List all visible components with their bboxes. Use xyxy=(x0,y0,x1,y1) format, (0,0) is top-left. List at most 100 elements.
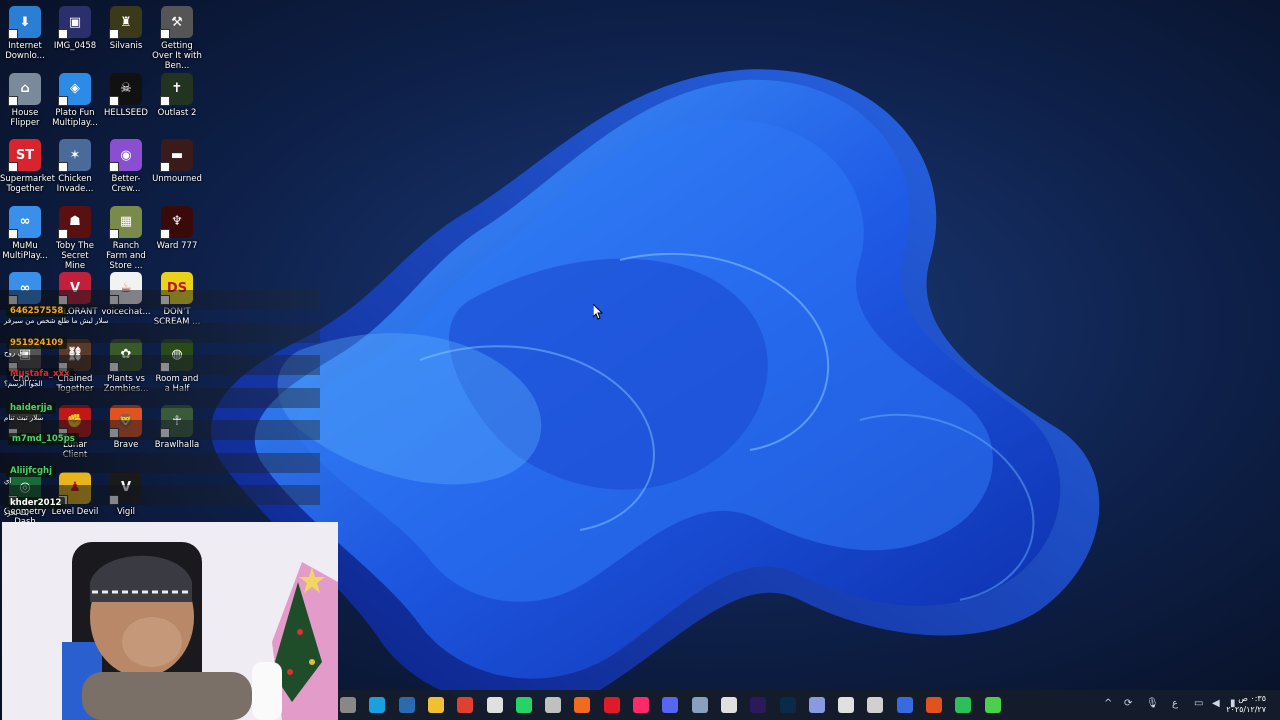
desktop-icon-label: Plato Fun Multiplay... xyxy=(52,107,98,128)
app-icon: ⌂ xyxy=(8,72,41,106)
obs-icon[interactable] xyxy=(867,697,884,713)
app-icon: ▣ xyxy=(58,6,91,39)
file-explorer-icon[interactable] xyxy=(340,697,356,713)
stream-chat-overlay: 646257558 سلار ليش ما طلع شخص من سيرفر 951… xyxy=(0,285,320,525)
desktop-icon[interactable]: ⚒ Getting Over It with Ben... xyxy=(152,2,202,71)
tiktok-icon[interactable] xyxy=(633,697,649,713)
chat-username: khder2012 xyxy=(6,497,66,509)
desktop-icon-label: Internet Downlo... xyxy=(5,41,45,61)
desktop-icon-label: IMG_0458 xyxy=(53,41,97,51)
app-icon: ⚒ xyxy=(160,6,193,39)
app-icon: ✝ xyxy=(160,72,193,106)
desktop-icon-label: Getting Over It with Ben... xyxy=(152,41,202,71)
desktop-icon[interactable]: ▬ Unmourned xyxy=(152,135,202,184)
chatgpt-icon[interactable] xyxy=(545,697,562,713)
desktop-icon-label: Silvanis xyxy=(109,41,143,51)
app5-icon[interactable] xyxy=(984,697,1001,713)
folder-icon[interactable] xyxy=(427,697,444,713)
clock-time: ٠:٣٥ ص xyxy=(1238,694,1266,703)
desktop-icon-label: Outlast 2 xyxy=(157,107,197,118)
desktop-icon-label: House Flipper xyxy=(10,107,40,128)
photoshop-icon[interactable] xyxy=(779,697,796,713)
language-indicator[interactable]: ع xyxy=(1172,698,1178,709)
opera-icon[interactable] xyxy=(603,697,620,713)
system-clock[interactable]: ٠:٣٥ ص ٢٠٢٥/١٢/٢٧ xyxy=(1226,693,1266,715)
app-icon: ☠ xyxy=(109,72,142,106)
app-icon[interactable] xyxy=(486,697,503,713)
chat-message: اي xyxy=(4,477,12,485)
premiere-icon[interactable] xyxy=(750,697,767,713)
app-icon: ✶ xyxy=(58,139,91,172)
app-icon: ▦ xyxy=(109,205,142,239)
desktop-icon[interactable]: ♆ Ward 777 xyxy=(152,202,202,251)
brave-icon[interactable] xyxy=(926,697,942,713)
shortcut-arrow-icon xyxy=(8,162,18,172)
app-icon: ♆ xyxy=(160,205,193,239)
chat-username: 951924109 xyxy=(6,337,68,349)
desktop-icon[interactable]: ✶ Chicken Invade... xyxy=(50,135,100,194)
chat-username: Aliijfcghj xyxy=(6,465,57,477)
shortcut-arrow-icon xyxy=(58,162,68,172)
desktop-icon[interactable]: ST Supermarket Together xyxy=(0,135,55,194)
streamer-image xyxy=(2,522,338,720)
desktop-icon-label: Better-Crew... xyxy=(111,174,141,194)
gamepad-icon[interactable] xyxy=(808,697,825,713)
mic-icon[interactable]: 🎙 xyxy=(1146,698,1159,709)
desktop-icon[interactable]: ✝ Outlast 2 xyxy=(152,69,202,118)
capcut2-icon[interactable] xyxy=(838,697,855,713)
desktop-icon-label: Unmourned xyxy=(152,174,202,184)
shortcut-arrow-icon xyxy=(160,162,170,172)
shortcut-arrow-icon xyxy=(109,29,119,39)
shortcut-arrow-icon xyxy=(109,95,119,106)
desktop-icon[interactable]: ▦ Ranch Farm and Store ... xyxy=(101,202,151,271)
desktop-icon-label: Ranch Farm and Store ... xyxy=(106,240,146,271)
steam-icon[interactable] xyxy=(398,697,415,713)
sync-icon[interactable]: ⟳ xyxy=(1124,698,1132,709)
desktop-icon[interactable]: ♜ Silvanis xyxy=(101,2,151,51)
desktop-icon-label: Ward 777 xyxy=(156,240,198,251)
desktop-icon[interactable]: ◈ Plato Fun Multiplay... xyxy=(50,69,100,128)
app-icon: ST xyxy=(8,139,41,172)
shortcut-arrow-icon xyxy=(109,162,119,172)
chrome-icon[interactable] xyxy=(457,697,474,713)
discord-icon[interactable] xyxy=(662,697,679,713)
chat-message: سلار تبث تنام xyxy=(4,414,44,422)
desktop-icon-label: HELLSEED xyxy=(104,107,148,118)
shortcut-arrow-icon xyxy=(160,228,170,239)
desktop-icon[interactable]: ⌂ House Flipper xyxy=(0,69,50,128)
whatsapp-icon[interactable] xyxy=(515,697,532,713)
shortcut-arrow-icon xyxy=(160,95,170,106)
shortcut-arrow-icon xyxy=(8,29,18,39)
clock-date: ٢٠٢٥/١٢/٢٧ xyxy=(1226,705,1266,714)
app-icon: ◈ xyxy=(58,72,91,106)
app-icon: ♜ xyxy=(109,6,142,39)
shortcut-arrow-icon xyxy=(58,228,68,239)
desktop-icon[interactable]: ⬇ Internet Downlo... xyxy=(0,2,50,61)
taskbar: ^ ⟳ 🎙 ع ▭ ◀ ▮ ٠:٣٥ ص ٢٠٢٥/١٢/٢٧ xyxy=(338,690,1280,720)
app3-icon[interactable] xyxy=(896,697,913,713)
app2-icon[interactable] xyxy=(691,697,708,713)
chat-username: Mustafa_xxx xyxy=(6,368,74,380)
shortcut-arrow-icon xyxy=(8,95,18,106)
app4-icon[interactable] xyxy=(955,697,972,713)
chat-username: haiderjja xyxy=(6,402,57,414)
desktop-icon[interactable]: ☠ HELLSEED xyxy=(101,69,151,118)
desktop-icon[interactable]: ∞ MuMu MultiPlay... xyxy=(0,202,50,261)
desktop-icon[interactable]: ☗ Toby The Secret Mine xyxy=(50,202,100,271)
desktop-icon[interactable]: ▣ IMG_0458 xyxy=(50,2,100,51)
origin-icon[interactable] xyxy=(574,697,591,713)
shortcut-arrow-icon xyxy=(8,228,18,239)
edge-icon[interactable] xyxy=(369,697,386,713)
app-icon: ⬇ xyxy=(8,6,41,39)
volume-icon[interactable]: ◀ xyxy=(1212,698,1220,709)
shortcut-arrow-icon xyxy=(58,29,68,39)
network-icon[interactable]: ▭ xyxy=(1194,698,1203,709)
tray-overflow-chevron-icon[interactable]: ^ xyxy=(1104,698,1112,709)
chat-username: 646257558 xyxy=(6,305,68,317)
chat-message: اي روح xyxy=(4,349,25,357)
desktop-icon[interactable]: ◉ Better-Crew... xyxy=(101,135,151,194)
app-icon: ☗ xyxy=(58,205,91,239)
chat-message: الجوا الرسم؟ xyxy=(4,380,43,388)
app-icon: ▬ xyxy=(160,139,193,172)
capcut-icon[interactable] xyxy=(720,697,737,713)
